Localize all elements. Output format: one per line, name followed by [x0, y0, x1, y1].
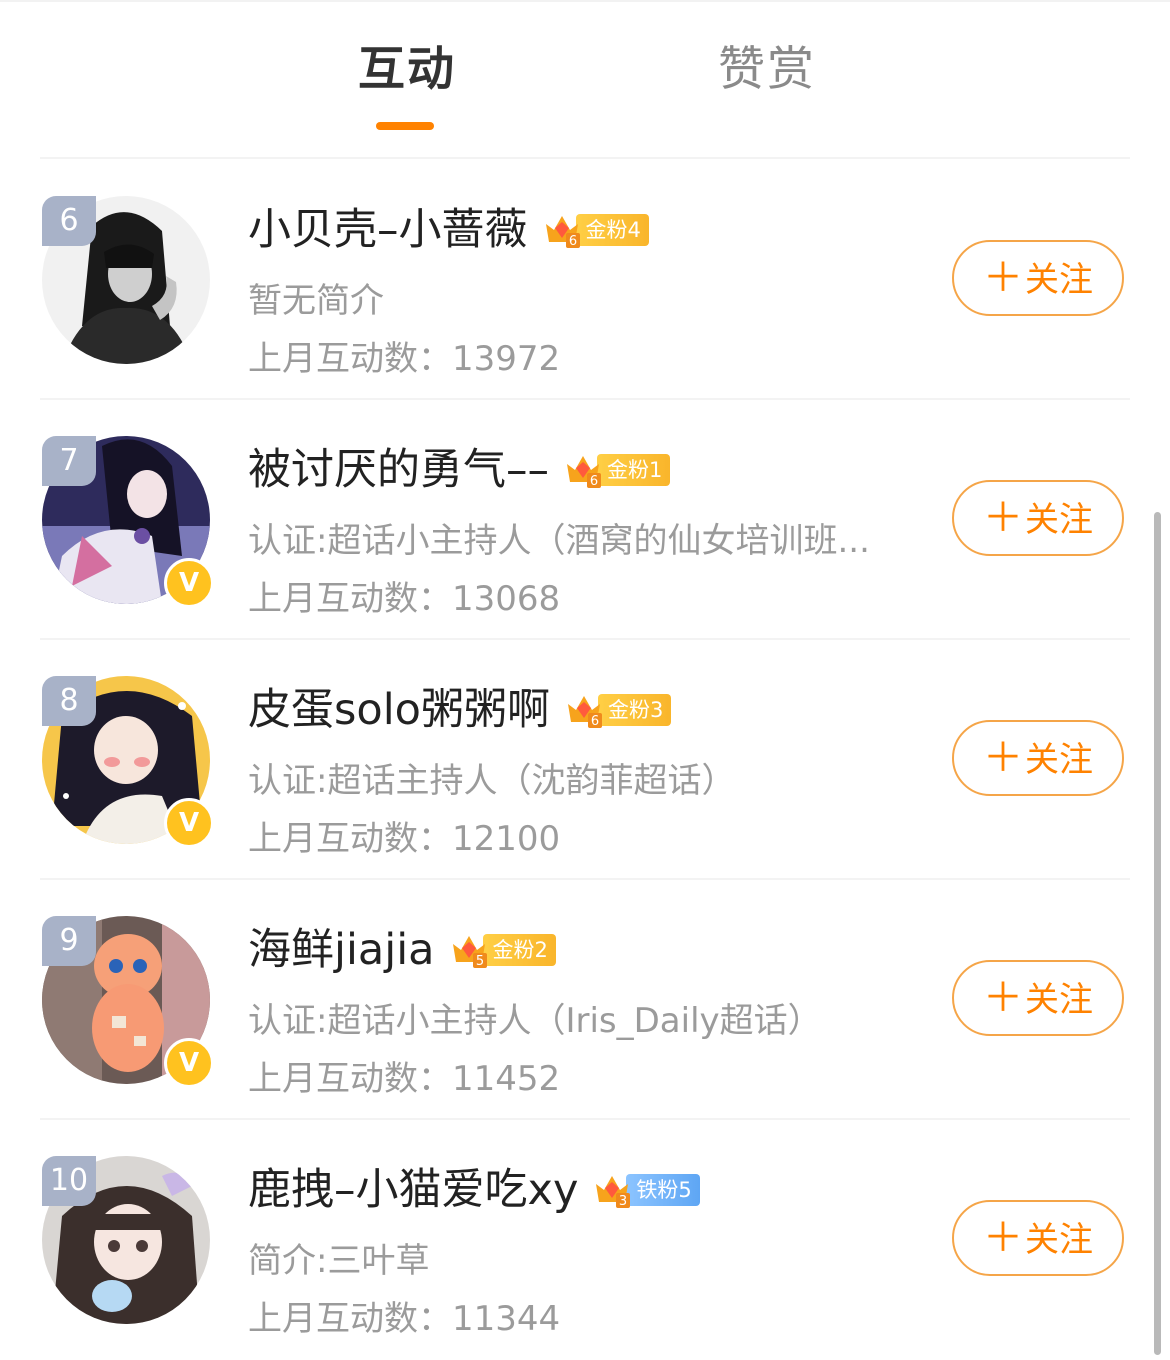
active-tab-indicator: [376, 122, 434, 130]
svg-text:6: 6: [591, 714, 599, 729]
list-item: 8 V 皮蛋solo粥粥啊 6 金粉3 认证:超话主持人（沈韵菲超话） 上月互动…: [0, 640, 1150, 880]
crown-icon: 6: [545, 216, 580, 249]
tab-appreciation[interactable]: 赞赏: [718, 38, 816, 102]
list-divider: [40, 157, 1130, 159]
user-name[interactable]: 海鲜jiajia: [248, 920, 435, 980]
list-item: 9 V 海鲜jiajia 5 金粉2 认证:超话小主持人（Iris_Daily超…: [0, 880, 1150, 1120]
tab-interaction[interactable]: 互动: [358, 38, 456, 102]
crown-icon: 5: [452, 936, 487, 969]
plus-icon: ＋: [983, 735, 1023, 781]
rank-badge: 10: [42, 1156, 96, 1206]
user-description: 认证:超话主持人（沈韵菲超话）: [248, 761, 736, 801]
svg-text:3: 3: [619, 1194, 627, 1209]
plus-icon: ＋: [983, 255, 1023, 301]
verified-icon: V: [164, 558, 214, 608]
interaction-count: 上月互动数：11344: [248, 1299, 561, 1339]
fan-level-badge: 3 铁粉5: [592, 1173, 700, 1209]
tab-bar: 互动 赞赏: [0, 0, 1170, 158]
fan-label: 金粉3: [597, 694, 672, 726]
fan-level-badge: 6 金粉4: [542, 213, 649, 249]
user-name[interactable]: 小贝壳–小蔷薇: [248, 200, 528, 260]
user-name[interactable]: 鹿拽–小猫爱吃xy: [248, 1160, 578, 1220]
user-description: 认证:超话小主持人（酒窝的仙女培训班...: [248, 521, 870, 561]
plus-icon: ＋: [983, 495, 1023, 541]
svg-text:6: 6: [568, 234, 576, 249]
list-item: 10 鹿拽–小猫爱吃xy 3 铁粉5 简介:三叶草 上月互动数：11344 ＋关…: [0, 1120, 1150, 1360]
fan-label: 金粉1: [597, 454, 671, 486]
svg-text:5: 5: [475, 954, 483, 969]
verified-icon: V: [164, 798, 214, 848]
user-name[interactable]: 皮蛋solo粥粥啊: [248, 680, 550, 740]
follow-button[interactable]: ＋关注: [952, 720, 1124, 796]
rank-badge: 7: [42, 436, 96, 486]
plus-icon: ＋: [983, 975, 1023, 1021]
fan-label: 金粉2: [482, 934, 556, 966]
interaction-count: 上月互动数：13068: [248, 579, 561, 619]
user-description: 认证:超话小主持人（Iris_Daily超话）: [248, 1001, 822, 1041]
svg-text:6: 6: [590, 474, 598, 489]
verified-icon: V: [164, 1038, 214, 1088]
list-item: 6 小贝壳–小蔷薇 6 金粉4 暂无简介 上月互动数：13972 ＋关注: [0, 160, 1150, 400]
crown-icon: 3: [596, 1176, 631, 1209]
interaction-count: 上月互动数：11452: [248, 1059, 561, 1099]
fan-level-badge: 6 金粉3: [564, 693, 672, 729]
interaction-count: 上月互动数：12100: [248, 819, 561, 859]
user-name[interactable]: 被讨厌的勇气––: [248, 440, 549, 500]
follow-button[interactable]: ＋关注: [952, 480, 1124, 556]
fan-level-badge: 5 金粉2: [449, 933, 556, 969]
fan-label: 金粉4: [575, 214, 649, 246]
follow-button[interactable]: ＋关注: [952, 960, 1124, 1036]
fan-level-badge: 6 金粉1: [563, 453, 671, 489]
follow-button[interactable]: ＋关注: [952, 1200, 1124, 1276]
fan-label: 铁粉5: [626, 1174, 700, 1206]
rank-badge: 8: [42, 676, 96, 726]
crown-icon: 6: [567, 696, 602, 729]
interaction-count: 上月互动数：13972: [248, 339, 561, 379]
rank-badge: 6: [42, 196, 96, 246]
list-item: 7 V 被讨厌的勇气–– 6 金粉1 认证:超话小主持人（酒窝的仙女培训班...…: [0, 400, 1150, 640]
crown-icon: 6: [567, 456, 601, 489]
rank-badge: 9: [42, 916, 96, 966]
user-description: 简介:三叶草: [248, 1241, 430, 1281]
user-description: 暂无简介: [248, 281, 384, 321]
plus-icon: ＋: [983, 1215, 1023, 1261]
scrollbar[interactable]: [1154, 512, 1161, 1355]
follow-button[interactable]: ＋关注: [952, 240, 1124, 316]
